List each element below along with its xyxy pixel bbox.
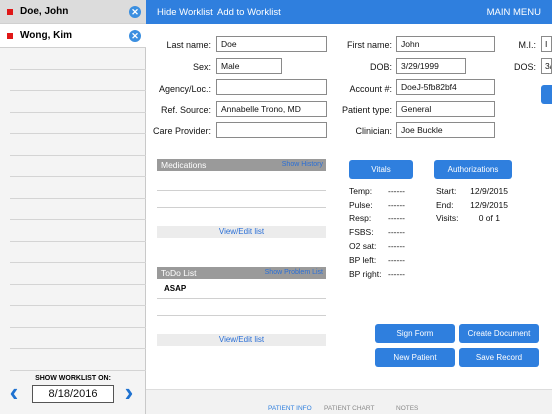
top-bar: Hide Worklist Add to Worklist MAIN MENU bbox=[146, 0, 552, 24]
ref-source-label: Ref. Source: bbox=[160, 105, 211, 115]
medications-view-edit-link[interactable]: View/Edit list bbox=[157, 226, 326, 238]
auth-end-label: End: bbox=[436, 200, 454, 210]
empty-worklist-rows bbox=[10, 48, 146, 371]
auth-visits-label: Visits: bbox=[436, 213, 459, 223]
create-document-button[interactable]: Create Document bbox=[459, 324, 539, 343]
medications-header: Medications Show History bbox=[157, 159, 326, 171]
worklist-sidebar: Doe, John ✕ Wong, Kim ✕ SHOW WORKLIST ON… bbox=[0, 0, 146, 414]
vitals-button[interactable]: Vitals bbox=[349, 160, 413, 179]
vital-label: O2 sat: bbox=[349, 241, 377, 251]
dos-label: DOS: bbox=[513, 62, 536, 72]
auth-end-value: 12/9/2015 bbox=[470, 200, 508, 210]
cutoff-button[interactable] bbox=[541, 85, 552, 104]
add-to-worklist-link[interactable]: Add to Worklist bbox=[217, 7, 281, 18]
auth-visits-value: 0 of 1 bbox=[478, 213, 500, 223]
worklist-date-field[interactable]: 8/18/2016 bbox=[32, 385, 114, 403]
divider bbox=[157, 298, 326, 299]
remove-patient-icon[interactable]: ✕ bbox=[129, 6, 141, 18]
dos-field[interactable]: 3/ bbox=[541, 58, 552, 74]
last-name-label: Last name: bbox=[166, 40, 211, 50]
todo-title: ToDo List bbox=[161, 268, 197, 278]
vital-label: BP left: bbox=[349, 255, 377, 265]
show-problem-list-link[interactable]: Show Problem List bbox=[265, 269, 323, 276]
mi-label: M.I.: bbox=[518, 40, 537, 50]
vital-label: Temp: bbox=[349, 186, 373, 196]
sex-label: Sex: bbox=[192, 62, 211, 72]
flag-icon bbox=[7, 33, 13, 39]
care-provider-label: Care Provider: bbox=[152, 126, 211, 136]
main-menu-link[interactable]: MAIN MENU bbox=[487, 7, 541, 18]
patient-type-field[interactable]: General bbox=[396, 101, 495, 117]
agency-label: Agency/Loc.: bbox=[158, 84, 211, 94]
vital-label: Resp: bbox=[349, 213, 372, 223]
vital-value: ------ bbox=[388, 241, 405, 251]
patient-type-label: Patient type: bbox=[341, 105, 392, 115]
mi-field[interactable]: I bbox=[541, 36, 552, 52]
vital-value: ------ bbox=[388, 200, 405, 210]
bottom-tab-bar: PATIENT INFO PATIENT CHART NOTES bbox=[146, 389, 552, 414]
todo-view-edit-link[interactable]: View/Edit list bbox=[157, 334, 326, 346]
account-label: Account #: bbox=[349, 84, 392, 94]
hide-worklist-link[interactable]: Hide Worklist bbox=[157, 7, 213, 18]
auth-start-value: 12/9/2015 bbox=[470, 186, 508, 196]
save-record-button[interactable]: Save Record bbox=[459, 348, 539, 367]
divider bbox=[157, 190, 326, 191]
medications-footer: View/Edit list bbox=[157, 226, 326, 238]
care-provider-field[interactable] bbox=[216, 122, 327, 138]
vital-label: Pulse: bbox=[349, 200, 373, 210]
tab-notes[interactable]: NOTES bbox=[396, 405, 418, 412]
sign-form-button[interactable]: Sign Form bbox=[375, 324, 455, 343]
medications-title: Medications bbox=[161, 160, 207, 170]
dob-label: DOB: bbox=[369, 62, 392, 72]
patient-name: Wong, Kim bbox=[20, 30, 73, 41]
ref-source-field[interactable]: Annabelle Trono, MD bbox=[216, 101, 327, 117]
flag-icon bbox=[7, 9, 13, 15]
todo-header: ToDo List Show Problem List bbox=[157, 267, 326, 279]
show-history-link[interactable]: Show History bbox=[282, 161, 323, 168]
vital-value: ------ bbox=[388, 186, 405, 196]
vital-value: ------ bbox=[388, 213, 405, 223]
remove-patient-icon[interactable]: ✕ bbox=[129, 30, 141, 42]
first-name-field[interactable]: John bbox=[396, 36, 495, 52]
chevron-right-icon[interactable]: › bbox=[121, 379, 137, 405]
vital-label: FSBS: bbox=[349, 227, 374, 237]
auth-start-label: Start: bbox=[436, 186, 457, 196]
patient-row-doe-john[interactable]: Doe, John ✕ bbox=[0, 0, 146, 24]
account-field[interactable]: DoeJ-5fb82bf4 bbox=[396, 79, 495, 95]
new-patient-button[interactable]: New Patient bbox=[375, 348, 455, 367]
vital-value: ------ bbox=[388, 255, 405, 265]
tab-patient-chart[interactable]: PATIENT CHART bbox=[324, 405, 374, 412]
vital-label: BP right: bbox=[349, 269, 382, 279]
chevron-left-icon[interactable]: ‹ bbox=[6, 379, 22, 405]
patient-name: Doe, John bbox=[20, 6, 69, 17]
todo-footer: View/Edit list bbox=[157, 334, 326, 346]
last-name-field[interactable]: Doe bbox=[216, 36, 327, 52]
agency-field[interactable] bbox=[216, 79, 327, 95]
todo-item[interactable]: ASAP bbox=[164, 284, 186, 293]
worklist-date-picker: SHOW WORKLIST ON: ‹ 8/18/2016 › bbox=[0, 370, 146, 414]
divider bbox=[157, 315, 326, 316]
patient-row-wong-kim[interactable]: Wong, Kim ✕ bbox=[0, 24, 146, 48]
divider bbox=[157, 207, 326, 208]
sex-field[interactable]: Male bbox=[216, 58, 282, 74]
tab-patient-info[interactable]: PATIENT INFO bbox=[268, 405, 312, 412]
vital-value: ------ bbox=[388, 227, 405, 237]
clinician-label: Clinician: bbox=[355, 126, 392, 136]
authorizations-button[interactable]: Authorizations bbox=[434, 160, 512, 179]
dob-field[interactable]: 3/29/1999 bbox=[396, 58, 466, 74]
clinician-field[interactable]: Joe Buckle bbox=[396, 122, 495, 138]
vital-value: ------ bbox=[388, 269, 405, 279]
first-name-label: First name: bbox=[346, 40, 392, 50]
